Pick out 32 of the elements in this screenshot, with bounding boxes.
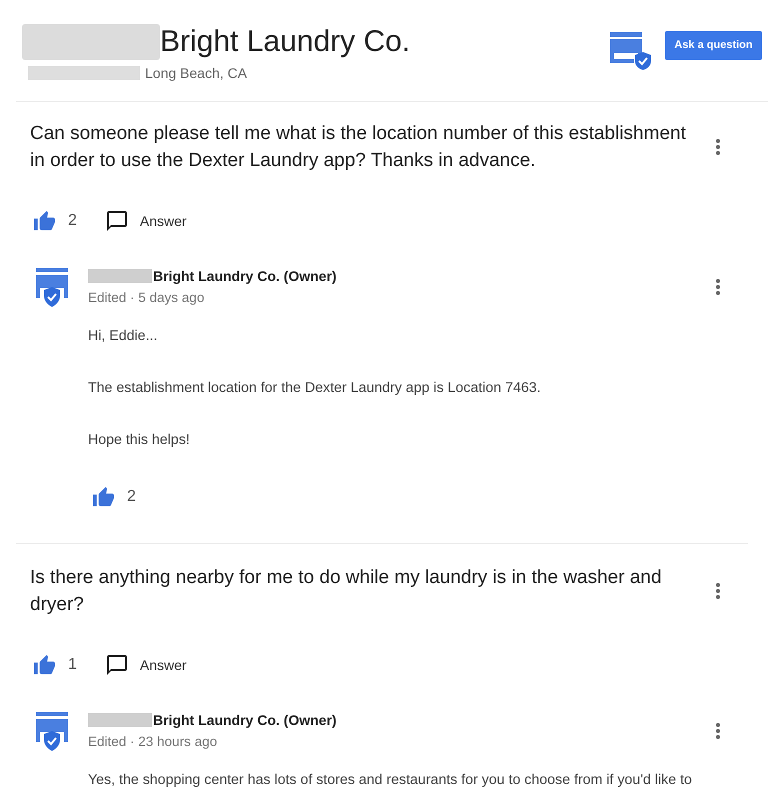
answer-paragraph: Yes, the shopping center has lots of stores and restaurants for you to choose from if you'd like to <box>88 771 692 789</box>
author-name: Bright Laundry Co. (Owner) <box>153 267 337 285</box>
answer-button[interactable]: Answer <box>104 209 187 233</box>
answer-meta: Edited · 23 hours ago <box>88 733 218 751</box>
answer-paragraph: Hope this helps! <box>88 431 190 449</box>
thumbs-up-icon <box>33 210 56 232</box>
chat-bubble-icon <box>104 209 129 233</box>
like-button[interactable]: 2 <box>33 209 77 233</box>
business-name: Bright Laundry Co. <box>160 24 410 60</box>
store-shield-icon <box>35 711 69 752</box>
more-vert-icon <box>716 279 720 295</box>
answer-paragraph: The establishment location for the Dexter Laundry app is Location 7463. <box>88 379 541 397</box>
redacted-block <box>88 713 152 727</box>
store-verified-icon <box>608 30 652 70</box>
store-shield-icon <box>35 267 69 308</box>
chat-bubble-icon <box>104 653 129 677</box>
ask-question-button[interactable]: Ask a question <box>665 31 762 60</box>
like-button[interactable]: 2 <box>92 485 136 509</box>
redacted-block <box>88 269 152 283</box>
thumbs-up-icon <box>33 654 56 676</box>
like-button[interactable]: 1 <box>33 653 77 677</box>
answer-meta: Edited · 5 days ago <box>88 289 206 307</box>
question-text: Is there anything nearby for me to do while my laundry is in the washer and dryer? <box>30 566 663 617</box>
location-text: Long Beach, CA <box>145 65 247 81</box>
question-text: Can someone please tell me what is the location number of this establishment in order to use the Dexter Laundry app? Thanks in advance. <box>30 122 687 173</box>
more-vert-icon <box>716 723 720 739</box>
answer-paragraph: Hi, Eddie... <box>88 327 158 345</box>
author-name: Bright Laundry Co. (Owner) <box>153 711 337 729</box>
answer-button[interactable]: Answer <box>104 653 187 677</box>
more-vert-icon <box>716 139 720 155</box>
thumbs-up-icon <box>92 486 115 508</box>
more-vert-icon <box>716 583 720 599</box>
